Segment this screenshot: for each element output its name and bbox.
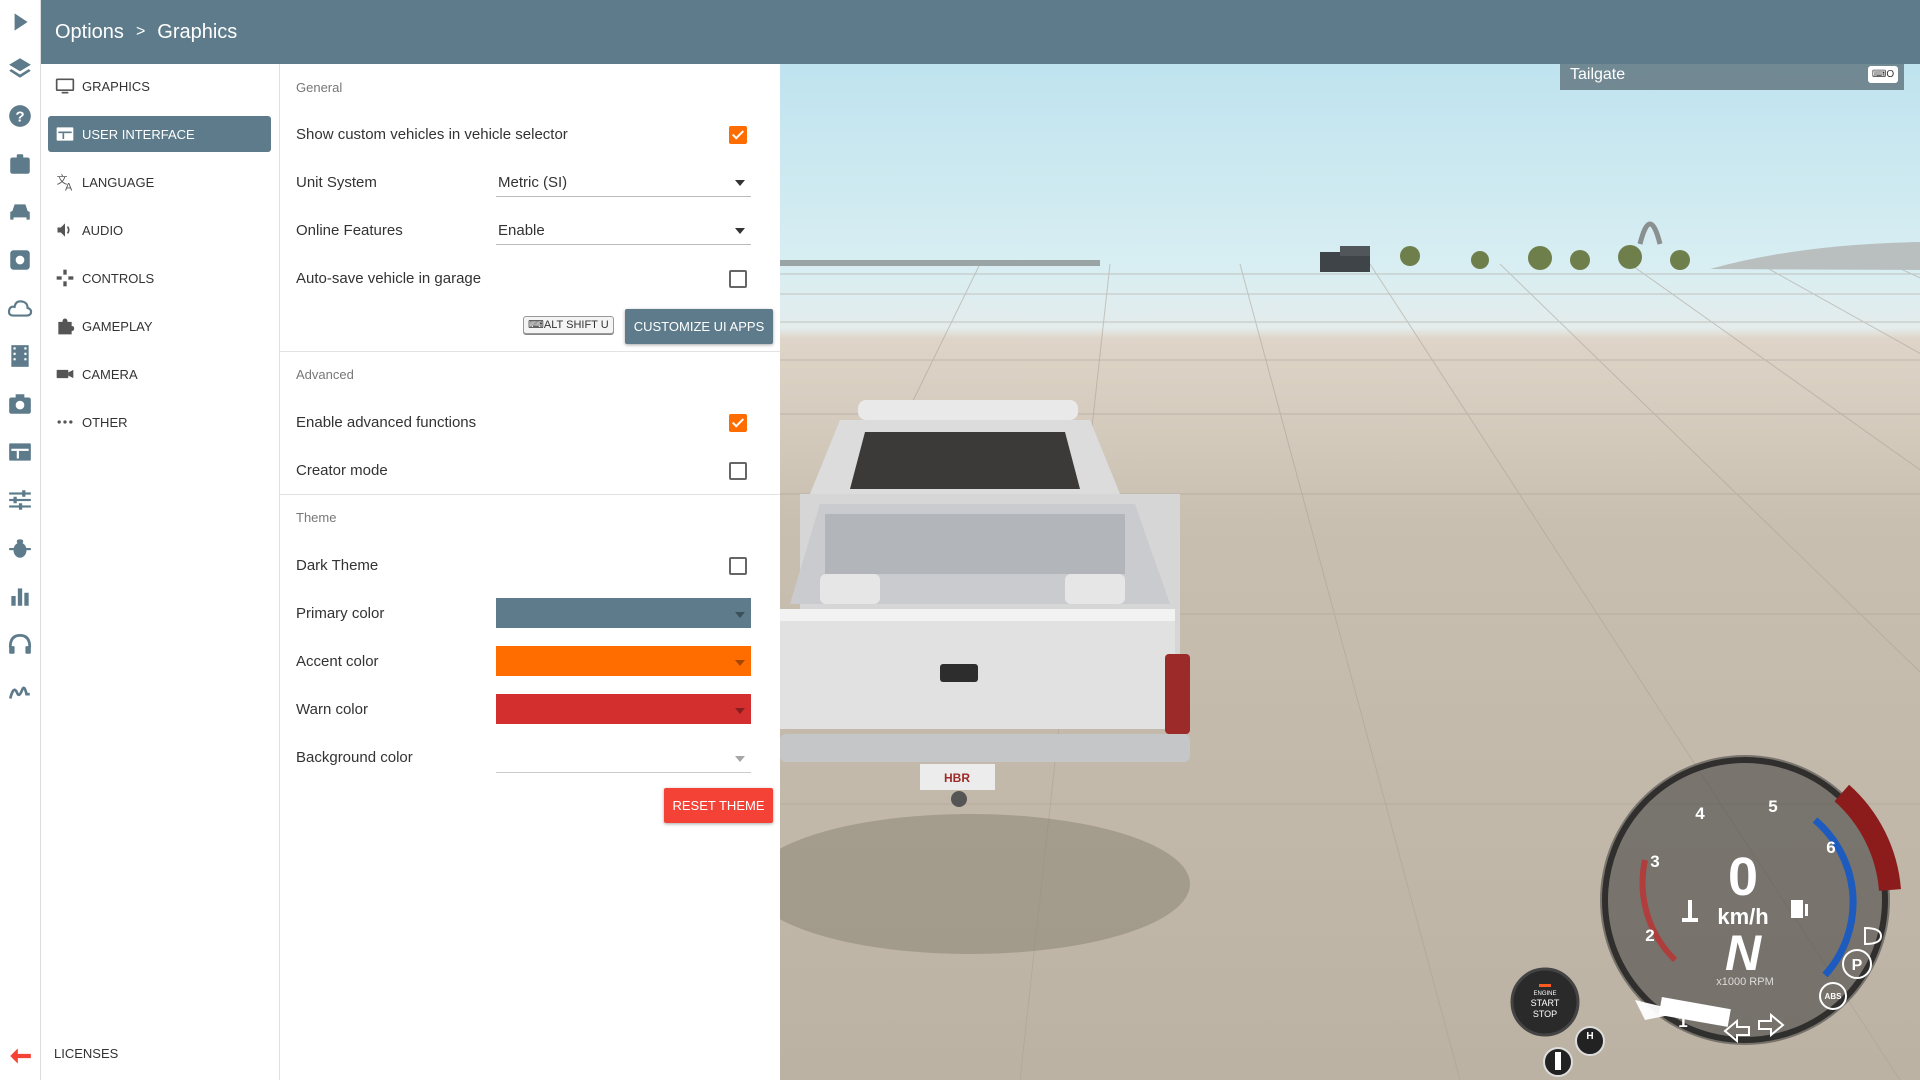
header-bar: Options > Graphics: [40, 0, 1920, 64]
shortcut-key-text: ALT SHIFT U: [543, 319, 609, 331]
primary-color-label: Primary color: [296, 605, 385, 622]
primary-color-select[interactable]: [496, 598, 751, 628]
online-features-select[interactable]: Enable: [496, 216, 751, 245]
cloud-icon[interactable]: [4, 292, 36, 324]
autosave-garage-checkbox[interactable]: [729, 270, 747, 288]
options-category-menu: GRAPHICS USER INTERFACE 文A LANGUAGE AUDI…: [40, 64, 280, 1080]
dropdown-arrow-icon: [735, 612, 745, 618]
menu-item-label: CONTROLS: [82, 270, 155, 286]
game-viewport: HBR: [780, 64, 1920, 1080]
menu-item-other[interactable]: OTHER: [48, 404, 271, 440]
autosave-garage-label: Auto-save vehicle in garage: [296, 270, 482, 287]
show-custom-vehicles-checkbox[interactable]: [729, 126, 747, 144]
menu-item-label: GAMEPLAY: [82, 318, 153, 334]
settings-icon[interactable]: [4, 244, 36, 276]
accent-color-label: Accent color: [296, 653, 379, 670]
menu-item-gameplay[interactable]: GAMEPLAY: [48, 308, 271, 344]
layout-icon[interactable]: [4, 436, 36, 468]
dropdown-arrow-icon: [735, 756, 745, 762]
breadcrumb-options[interactable]: Options: [55, 21, 124, 44]
menu-item-controls[interactable]: CONTROLS: [48, 260, 271, 296]
monitor-icon: [54, 75, 76, 97]
layers-icon[interactable]: [4, 52, 36, 84]
dark-theme-label: Dark Theme: [296, 557, 379, 574]
settings-panel: General Show custom vehicles in vehicle …: [280, 64, 780, 1080]
menu-item-label: LANGUAGE: [82, 174, 155, 190]
creator-mode-label: Creator mode: [296, 462, 388, 479]
licenses-link[interactable]: LICENSES: [54, 1046, 118, 1061]
dropdown-arrow-icon: [735, 180, 745, 186]
headphones-icon[interactable]: [4, 628, 36, 660]
film-icon[interactable]: [4, 340, 36, 372]
show-custom-vehicles-label: Show custom vehicles in vehicle selector: [296, 126, 568, 143]
unit-system-select[interactable]: Metric (SI): [496, 168, 751, 197]
ui-panel-icon: [54, 123, 76, 145]
tailgate-ui-app[interactable]: Tailgate ⌨O: [1560, 64, 1904, 90]
menu-item-language[interactable]: 文A LANGUAGE: [48, 164, 271, 200]
online-features-label: Online Features: [296, 222, 403, 239]
back-arrow-icon[interactable]: [4, 1040, 36, 1072]
pickup-truck: HBR: [780, 400, 1190, 807]
help-icon[interactable]: ?: [4, 100, 36, 132]
keyboard-shortcut-icon: ⌨O: [1868, 66, 1898, 83]
puzzle-icon: [54, 315, 76, 337]
translate-icon: 文A: [54, 171, 76, 193]
car-icon[interactable]: [4, 196, 36, 228]
icon-rail: ?: [0, 0, 41, 1080]
more-icon: [54, 411, 76, 433]
dark-theme-checkbox[interactable]: [729, 557, 747, 575]
reset-theme-button[interactable]: RESET THEME: [664, 788, 773, 823]
section-title-theme: Theme: [296, 510, 337, 525]
signature-icon[interactable]: [4, 676, 36, 708]
creator-mode-checkbox[interactable]: [729, 462, 747, 480]
play-icon[interactable]: [4, 6, 36, 38]
gamepad-icon: [54, 267, 76, 289]
section-title-general: General: [296, 80, 343, 95]
shortcut-key-hint: ⌨ALT SHIFT U: [523, 316, 614, 334]
enable-advanced-checkbox[interactable]: [729, 414, 747, 432]
dropdown-arrow-icon: [735, 660, 745, 666]
enable-advanced-label: Enable advanced functions: [296, 414, 477, 431]
bug-icon[interactable]: [4, 532, 36, 564]
sliders-icon[interactable]: [4, 484, 36, 516]
camera-icon[interactable]: [4, 388, 36, 420]
videocam-icon: [54, 363, 76, 385]
speaker-icon: [54, 219, 76, 241]
online-features-value: Enable: [498, 222, 545, 239]
chart-icon[interactable]: [4, 580, 36, 612]
accent-color-select[interactable]: [496, 646, 751, 676]
scene-graphic: HBR: [780, 221, 1920, 1080]
section-divider: [280, 351, 780, 352]
background-color-label: Background color: [296, 749, 413, 766]
svg-text:A: A: [65, 181, 73, 192]
unit-system-label: Unit System: [296, 174, 377, 191]
menu-item-label: CAMERA: [82, 366, 138, 382]
menu-item-user-interface[interactable]: USER INTERFACE: [48, 116, 271, 152]
warn-color-select[interactable]: [496, 694, 751, 724]
menu-item-graphics[interactable]: GRAPHICS: [48, 68, 271, 104]
breadcrumb-separator: >: [135, 23, 146, 40]
menu-item-label: OTHER: [82, 414, 128, 430]
menu-item-camera[interactable]: CAMERA: [48, 356, 271, 392]
menu-item-label: AUDIO: [82, 222, 124, 238]
svg-text:?: ?: [15, 108, 24, 125]
section-divider: [280, 494, 780, 495]
menu-item-audio[interactable]: AUDIO: [48, 212, 271, 248]
customize-ui-apps-button[interactable]: CUSTOMIZE UI APPS: [625, 309, 773, 344]
menu-item-label: GRAPHICS: [82, 78, 150, 94]
dropdown-arrow-icon: [735, 708, 745, 714]
background-color-select[interactable]: [496, 742, 751, 773]
unit-system-value: Metric (SI): [498, 174, 568, 191]
warn-color-label: Warn color: [296, 701, 368, 718]
breadcrumb-graphics: Graphics: [157, 20, 238, 43]
section-title-advanced: Advanced: [296, 367, 354, 382]
tailgate-label: Tailgate: [1570, 66, 1626, 83]
menu-item-label: USER INTERFACE: [82, 126, 195, 142]
mission-icon[interactable]: [4, 148, 36, 180]
dropdown-arrow-icon: [735, 228, 745, 234]
license-plate-text: HBR: [944, 771, 970, 785]
